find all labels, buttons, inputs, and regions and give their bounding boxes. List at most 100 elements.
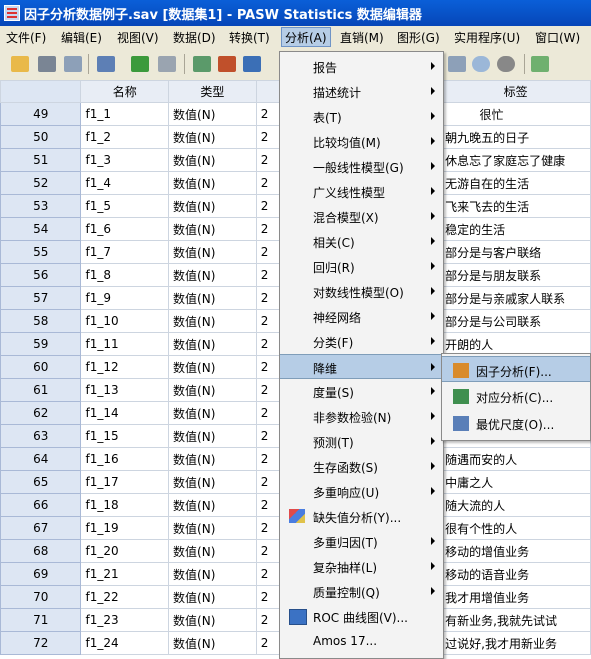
use-sets-icon[interactable]	[497, 56, 515, 72]
cell-name[interactable]: f1_10	[80, 309, 170, 333]
row-number[interactable]: 58	[0, 309, 82, 333]
analyze-menu-item-15[interactable]: 预测(T)	[280, 429, 443, 454]
cell-name[interactable]: f1_23	[80, 608, 170, 632]
analyze-menu-item-11[interactable]: 分类(F)	[280, 329, 443, 354]
cell-type[interactable]: 数值(N)	[168, 148, 257, 172]
cell-name[interactable]: f1_12	[80, 355, 170, 379]
cell-name[interactable]: f1_20	[80, 539, 170, 563]
row-number[interactable]: 71	[0, 608, 82, 632]
analyze-menu-item-3[interactable]: 比较均值(M)	[280, 129, 443, 154]
split-file-icon[interactable]	[448, 56, 466, 72]
print-icon[interactable]	[64, 56, 82, 72]
row-number[interactable]: 65	[0, 470, 82, 494]
cell-type[interactable]: 数值(N)	[168, 332, 257, 356]
cell-label[interactable]: 部分是与客户联络	[440, 240, 591, 264]
row-number[interactable]: 72	[0, 631, 82, 655]
cell-label[interactable]: 朝九晚五的日子	[440, 125, 591, 149]
cell-label[interactable]: 部分是与公司联系	[440, 309, 591, 333]
cell-label[interactable]: 移动的增值业务	[440, 539, 591, 563]
row-number[interactable]: 62	[0, 401, 82, 425]
analyze-menu-item-6[interactable]: 混合模型(X)	[280, 204, 443, 229]
analyze-menu-item-13[interactable]: 度量(S)	[280, 379, 443, 404]
cell-type[interactable]: 数值(N)	[168, 309, 257, 333]
cell-label[interactable]: 过说好,我才用新业务	[440, 631, 591, 655]
analyze-menu-item-10[interactable]: 神经网络	[280, 304, 443, 329]
cell-label[interactable]: 有新业务,我就先试试	[440, 608, 591, 632]
analyze-menu-item-1[interactable]: 描述统计	[280, 79, 443, 104]
cell-name[interactable]: f1_7	[80, 240, 170, 264]
dimension-submenu-item-1[interactable]: 对应分析(C)...	[442, 383, 590, 409]
corner-header[interactable]	[0, 80, 82, 103]
menu-file[interactable]: 文件(F)	[6, 29, 46, 46]
cell-label[interactable]: 很忙	[440, 102, 591, 126]
cell-label[interactable]: 我才用增值业务	[440, 585, 591, 609]
cell-name[interactable]: f1_13	[80, 378, 170, 402]
cell-type[interactable]: 数值(N)	[168, 631, 257, 655]
row-number[interactable]: 56	[0, 263, 82, 287]
menu-window[interactable]: 窗口(W)	[535, 29, 580, 46]
row-number[interactable]: 52	[0, 171, 82, 195]
analyze-menu-item-22[interactable]: ROC 曲线图(V)...	[280, 604, 443, 629]
cell-type[interactable]: 数值(N)	[168, 125, 257, 149]
row-number[interactable]: 67	[0, 516, 82, 540]
cell-name[interactable]: f1_9	[80, 286, 170, 310]
cell-label[interactable]: 部分是与朋友联系	[440, 263, 591, 287]
header-type[interactable]: 类型	[168, 80, 257, 103]
cell-label[interactable]: 移动的语音业务	[440, 562, 591, 586]
cell-label[interactable]: 休息忘了家庭忘了健康	[440, 148, 591, 172]
row-number[interactable]: 59	[0, 332, 82, 356]
analyze-menu-item-9[interactable]: 对数线性模型(O)	[280, 279, 443, 304]
cell-name[interactable]: f1_22	[80, 585, 170, 609]
row-number[interactable]: 63	[0, 424, 82, 448]
analyze-menu-item-23[interactable]: Amos 17...	[280, 629, 443, 654]
dimension-submenu-item-2[interactable]: 最优尺度(O)...	[442, 410, 590, 436]
menu-edit[interactable]: 编辑(E)	[61, 29, 102, 46]
cell-name[interactable]: f1_2	[80, 125, 170, 149]
cell-type[interactable]: 数值(N)	[168, 240, 257, 264]
menu-view[interactable]: 视图(V)	[117, 29, 159, 46]
cell-type[interactable]: 数值(N)	[168, 493, 257, 517]
cell-type[interactable]: 数值(N)	[168, 470, 257, 494]
variables-icon[interactable]	[243, 56, 261, 72]
cell-label[interactable]: 中庸之人	[440, 470, 591, 494]
cell-type[interactable]: 数值(N)	[168, 194, 257, 218]
cell-label[interactable]: 稳定的生活	[440, 217, 591, 241]
analyze-menu-item-14[interactable]: 非参数检验(N)	[280, 404, 443, 429]
row-number[interactable]: 57	[0, 286, 82, 310]
cell-name[interactable]: f1_5	[80, 194, 170, 218]
analyze-menu-item-19[interactable]: 多重归因(T)	[280, 529, 443, 554]
analyze-menu-item-0[interactable]: 报告	[280, 54, 443, 79]
goto-case-icon[interactable]	[193, 56, 211, 72]
row-number[interactable]: 70	[0, 585, 82, 609]
analyze-menu-item-16[interactable]: 生存函数(S)	[280, 454, 443, 479]
recall-dialog-icon[interactable]	[97, 56, 115, 72]
cell-name[interactable]: f1_4	[80, 171, 170, 195]
header-name[interactable]: 名称	[80, 80, 170, 103]
row-number[interactable]: 50	[0, 125, 82, 149]
row-number[interactable]: 51	[0, 148, 82, 172]
row-number[interactable]: 69	[0, 562, 82, 586]
cell-name[interactable]: f1_3	[80, 148, 170, 172]
open-folder-icon[interactable]	[11, 56, 29, 72]
cell-type[interactable]: 数值(N)	[168, 263, 257, 287]
menu-direct-marketing[interactable]: 直销(M)	[340, 29, 384, 46]
row-number[interactable]: 64	[0, 447, 82, 471]
cell-label[interactable]: 随大流的人	[440, 493, 591, 517]
analyze-menu-item-17[interactable]: 多重响应(U)	[280, 479, 443, 504]
menu-utilities[interactable]: 实用程序(U)	[454, 29, 520, 46]
analyze-menu-item-18[interactable]: 缺失值分析(Y)...	[280, 504, 443, 529]
analyze-menu-item-12[interactable]: 降维	[280, 354, 443, 379]
row-number[interactable]: 55	[0, 240, 82, 264]
row-number[interactable]: 66	[0, 493, 82, 517]
row-number[interactable]: 53	[0, 194, 82, 218]
cell-name[interactable]: f1_21	[80, 562, 170, 586]
analyze-menu-item-5[interactable]: 广义线性模型	[280, 179, 443, 204]
cell-type[interactable]: 数值(N)	[168, 539, 257, 563]
goto-variable-icon[interactable]	[218, 56, 236, 72]
cell-label[interactable]: 随遇而安的人	[440, 447, 591, 471]
cell-type[interactable]: 数值(N)	[168, 516, 257, 540]
row-number[interactable]: 61	[0, 378, 82, 402]
cell-type[interactable]: 数值(N)	[168, 608, 257, 632]
cell-name[interactable]: f1_15	[80, 424, 170, 448]
cell-name[interactable]: f1_6	[80, 217, 170, 241]
